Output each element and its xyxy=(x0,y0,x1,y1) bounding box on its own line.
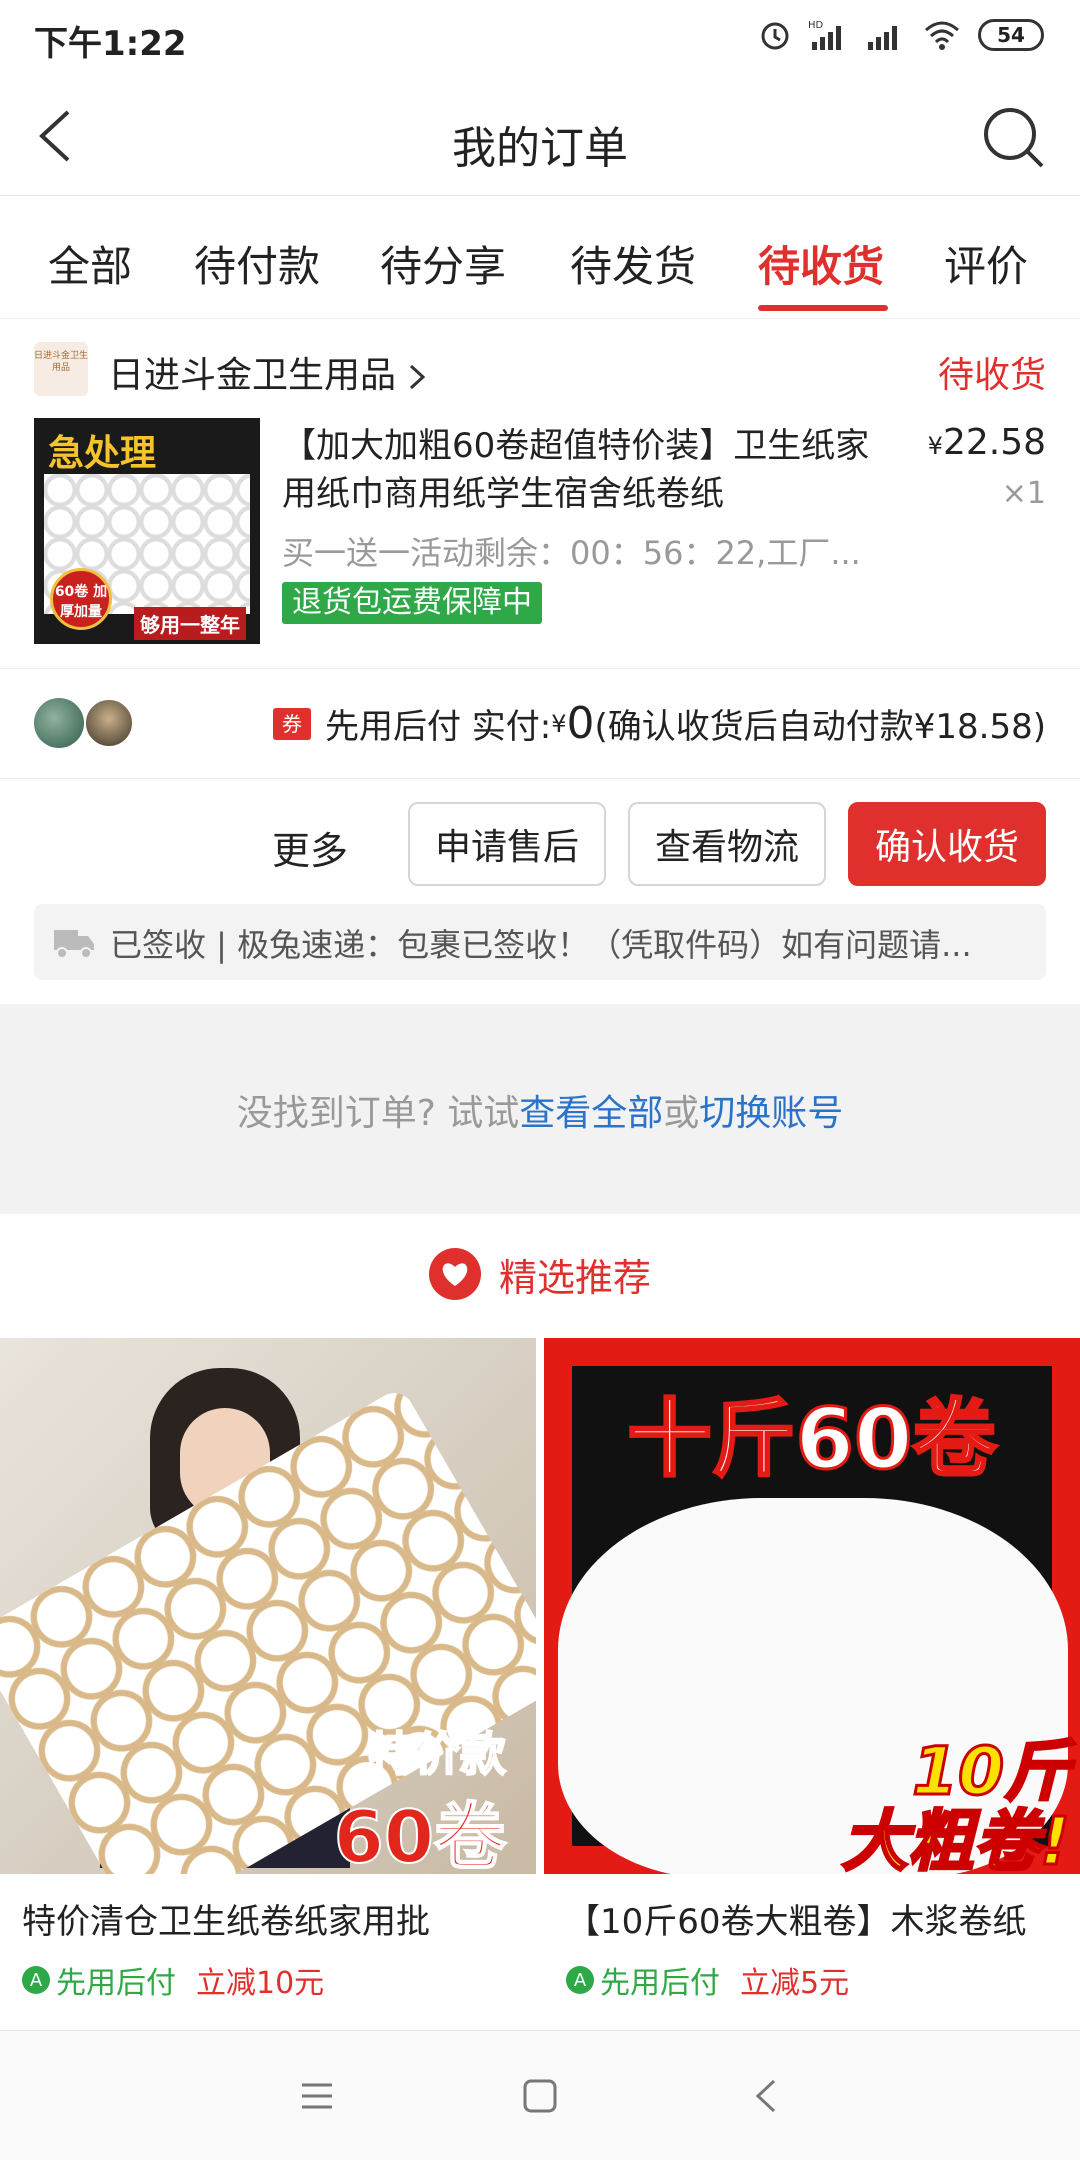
card-perks: A 先用后付 立减5元 xyxy=(566,1958,849,2002)
discount-tag: 立减10元 xyxy=(196,1966,325,2001)
view-logistics-button[interactable]: 查看物流 xyxy=(628,802,826,886)
more-button[interactable]: 更多 xyxy=(272,820,348,875)
coupon-icon: 券 xyxy=(272,707,311,740)
pay-note: (确认收货后自动付款¥18.58) xyxy=(594,707,1047,747)
home-icon[interactable] xyxy=(515,2071,565,2121)
pay-later-label: 先用后付 xyxy=(600,1966,720,2001)
pay-later-icon: A xyxy=(566,1966,594,1994)
product-image[interactable]: 十斤60卷 10斤 大粗卷! xyxy=(544,1338,1080,1874)
or-text: 或 xyxy=(663,1093,700,1134)
discount-tag: 立减5元 xyxy=(740,1966,850,2001)
payment-summary: 券 先用后付 实付: ¥ 0 (确认收货后自动付款¥18.58) xyxy=(272,698,1047,749)
menu-icon[interactable] xyxy=(292,2071,342,2121)
confirm-receipt-button[interactable]: 确认收货 xyxy=(848,802,1046,886)
card-perks: A 先用后付 立减10元 xyxy=(22,1958,324,2002)
pay-amount: 0 xyxy=(566,698,595,749)
search-icon[interactable] xyxy=(980,104,1046,170)
battery-icon: 54 xyxy=(978,19,1044,51)
store-logo: 日进斗金卫生用品 xyxy=(34,342,88,396)
card-title[interactable]: 【10斤60卷大粗卷】木浆卷纸 xyxy=(566,1894,1066,1943)
status-icons: HD 54 xyxy=(758,18,1044,52)
chevron-right-icon xyxy=(410,364,426,390)
payment-row: 券 先用后付 实付: ¥ 0 (确认收货后自动付款¥18.58) xyxy=(0,668,1080,778)
thumbnail-seal: 60卷 加厚加量 xyxy=(50,568,112,630)
pay-later-icon: A xyxy=(22,1966,50,1994)
logistics-text: 已签收 | 极兔速递：包裹已签收！（凭取件码）如有问题请... xyxy=(110,926,972,964)
page-title: 我的订单 xyxy=(452,123,628,174)
recommend-header: 精选推荐 xyxy=(0,1244,1080,1304)
divider xyxy=(0,778,1080,779)
thumbnail-banner: 急处理 xyxy=(48,433,157,474)
status-bar: 下午1:22 HD 54 xyxy=(0,0,1080,76)
store-name-text: 日进斗金卫生用品 xyxy=(108,355,397,396)
system-nav-bar xyxy=(0,2030,1080,2160)
product-promo: 买一送一活动剩余：00：56：22,工厂... xyxy=(282,534,861,572)
tab-all[interactable]: 全部 xyxy=(48,233,132,294)
pay-currency: ¥ xyxy=(551,709,567,738)
tab-to-share[interactable]: 待分享 xyxy=(380,233,506,294)
image-headline: 十斤60卷 xyxy=(626,1389,998,1490)
order-status: 待收货 xyxy=(937,355,1046,396)
pay-later-tag: A 先用后付 xyxy=(566,1958,720,2002)
not-found-hint: 没找到订单? 试试查看全部或切换账号 xyxy=(0,1084,1080,1136)
recommend-card[interactable]: 十斤60卷 10斤 大粗卷! 【10斤60卷大粗卷】木浆卷纸 A 先用后付 立减5… xyxy=(544,1338,1080,2038)
tab-to-pay[interactable]: 待付款 xyxy=(194,233,320,294)
product-title[interactable]: 【加大加粗60卷超值特价装】卫生纸家用纸巾商用纸学生宿舍纸卷纸 xyxy=(282,422,902,518)
tab-review[interactable]: 评价 xyxy=(944,233,1028,294)
pay-later-tag: A 先用后付 xyxy=(22,1958,176,2002)
after-sale-button[interactable]: 申请售后 xyxy=(408,802,606,886)
image-tag: 特价款 xyxy=(367,1726,507,1782)
product-image[interactable]: 特价款 60卷 xyxy=(0,1338,536,1874)
order-actions: 更多 申请售后 查看物流 确认收货 xyxy=(0,800,1080,890)
back-icon[interactable] xyxy=(742,2071,792,2121)
signal-icon xyxy=(868,26,897,50)
wifi-icon xyxy=(925,21,959,50)
product-thumbnail[interactable]: 急处理 60卷 加厚加量 够用一整年 xyxy=(34,418,260,644)
price-symbol: ¥ xyxy=(927,432,943,460)
recommend-title: 精选推荐 xyxy=(498,1255,651,1300)
price-value: 22.58 xyxy=(942,422,1046,463)
tab-to-receive[interactable]: 待收货 xyxy=(758,233,884,294)
recommend-card[interactable]: 特价款 60卷 特价清仓卫生纸卷纸家用批 A 先用后付 立减10元 xyxy=(0,1338,536,2038)
truck-icon xyxy=(54,930,94,959)
svg-text:HD: HD xyxy=(808,20,824,31)
app-header: 我的订单 xyxy=(0,76,1080,196)
not-found-prefix: 没找到订单? 试试 xyxy=(236,1093,520,1134)
store-name[interactable]: 日进斗金卫生用品 xyxy=(108,346,427,398)
thumbnail-caption: 够用一整年 xyxy=(134,607,246,640)
return-shipping-badge: 退货包运费保障中 xyxy=(282,582,542,624)
order-product[interactable]: 急处理 60卷 加厚加量 够用一整年 【加大加粗60卷超值特价装】卫生纸家用纸巾… xyxy=(0,418,1080,654)
product-price: ¥22.58 xyxy=(928,422,1046,463)
logistics-info[interactable]: 已签收 | 极兔速递：包裹已签收！（凭取件码）如有问题请... xyxy=(34,904,1046,980)
heart-icon xyxy=(428,1248,481,1300)
avatar xyxy=(34,698,84,748)
status-time: 下午1:22 xyxy=(34,24,187,64)
order-tabs: 全部 待付款 待分享 待发货 待收货 评价 xyxy=(0,197,1080,319)
card-title[interactable]: 特价清仓卫生纸卷纸家用批 xyxy=(22,1894,522,1943)
hd-signal-icon: HD xyxy=(808,20,841,50)
switch-account-link[interactable]: 切换账号 xyxy=(699,1093,843,1134)
image-tag: 大粗卷! xyxy=(840,1802,1071,1875)
tab-to-ship[interactable]: 待发货 xyxy=(570,233,696,294)
pay-later-label: 先用后付 xyxy=(56,1966,176,2001)
active-tab-indicator xyxy=(758,305,888,311)
view-all-link[interactable]: 查看全部 xyxy=(519,1093,663,1134)
alarm-icon xyxy=(761,22,789,50)
store-row[interactable]: 日进斗金卫生用品 日进斗金卫生用品 待收货 xyxy=(0,330,1080,410)
avatar xyxy=(84,698,134,748)
image-tag: 60卷 xyxy=(333,1794,507,1874)
pay-label: 先用后付 实付: xyxy=(324,707,552,747)
product-quantity: ×1 xyxy=(1001,476,1046,511)
